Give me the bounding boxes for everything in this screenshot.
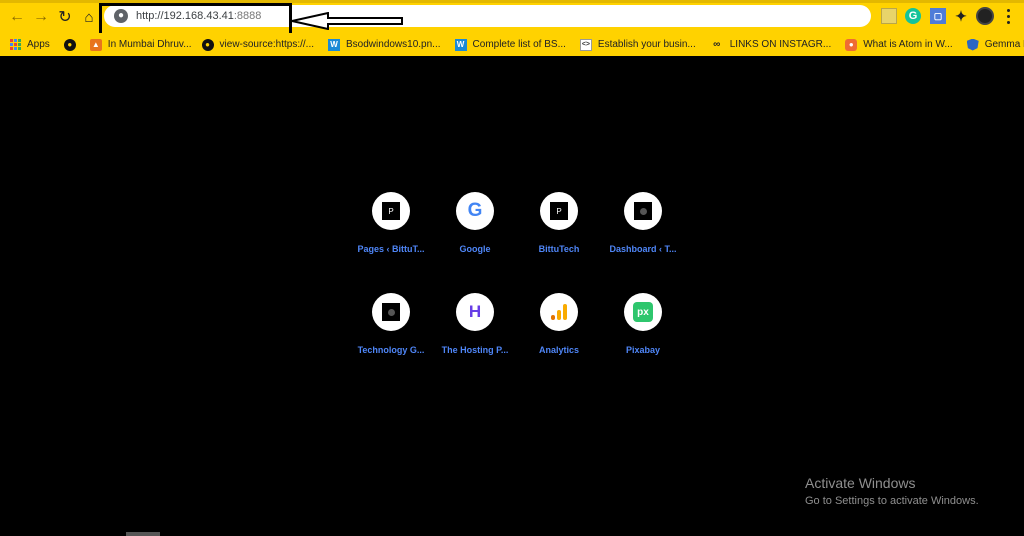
watermark-subtitle: Go to Settings to activate Windows. — [805, 495, 979, 507]
shortcut-icon-circle: px — [624, 293, 662, 331]
home-icon[interactable]: ⌂ — [78, 6, 100, 28]
hostinger-icon: H — [468, 302, 482, 321]
bookmark-view-source[interactable]: ● view-source:https://... — [201, 33, 315, 56]
shortcut-tile[interactable]: Dashboard ‹ T... — [601, 192, 685, 282]
annotation-arrow-icon — [291, 12, 403, 30]
shortcut-icon-circle: P — [540, 192, 578, 230]
analytics-icon — [551, 304, 567, 320]
windows-activation-watermark: Activate Windows Go to Settings to activ… — [805, 475, 979, 507]
dark-globe-icon: ● — [63, 38, 76, 51]
bookmark-gemma[interactable]: Gemma Davison — [966, 33, 1024, 56]
bookmark-label: In Mumbai Dhruv... — [107, 39, 192, 50]
taskbar-fragment — [126, 532, 160, 536]
link-icon: ∞ — [713, 39, 721, 50]
wordpress-icon: W — [454, 38, 467, 51]
shortcut-label: Pixabay — [625, 345, 661, 355]
p-square-icon: P — [550, 202, 568, 220]
shortcut-tile[interactable]: H The Hosting P... — [433, 293, 517, 383]
bookmark-mumbai[interactable]: ▲ In Mumbai Dhruv... — [89, 33, 192, 56]
p-square-icon: P — [382, 202, 400, 220]
shortcut-tile[interactable]: px Pixabay — [601, 293, 685, 383]
bookmarks-bar: Apps ● ▲ In Mumbai Dhruv... ● view-sourc… — [0, 33, 1024, 56]
bookmark-complete-list[interactable]: W Complete list of BS... — [454, 33, 566, 56]
shortcut-tile[interactable]: P Pages ‹ BittuT... — [349, 192, 433, 282]
shortcut-label: Dashboard ‹ T... — [609, 244, 677, 254]
new-tab-page: P Pages ‹ BittuT... G Google P BittuTech… — [0, 56, 1024, 536]
pixabay-icon: px — [633, 302, 653, 322]
puzzle-icon[interactable]: ✦ — [953, 8, 969, 24]
bookmark-bsod[interactable]: W Bsodwindows10.pn... — [328, 33, 441, 56]
arrow-right-icon[interactable]: → — [30, 6, 52, 28]
more-menu-icon[interactable] — [1003, 7, 1013, 25]
shortcut-label: Analytics — [538, 345, 580, 355]
bookmark-atom[interactable]: ● What is Atom in W... — [845, 33, 953, 56]
google-icon: G — [467, 200, 483, 221]
bookmark-label: view-source:https://... — [219, 39, 315, 50]
bookmark-label: Apps — [27, 39, 50, 50]
bookmark-label: Complete list of BS... — [472, 39, 566, 50]
shortcut-label: Google — [459, 244, 491, 254]
shortcut-tile[interactable]: G Google — [433, 192, 517, 282]
browser-toolbar: ← → ↻ ⌂ ● http://192.168.43.41:8888 G ▢ … — [0, 0, 1024, 39]
bookmark-label: Gemma Davison — [984, 39, 1024, 50]
shortcut-label: BittuTech — [538, 244, 580, 254]
code-icon: <> — [579, 38, 592, 51]
extension-yellow-icon[interactable] — [881, 8, 897, 24]
bookmark-apps[interactable]: Apps — [10, 33, 50, 56]
grammarly-icon[interactable]: G — [905, 8, 921, 24]
dark-globe-icon: ● — [201, 38, 214, 51]
shield-icon — [966, 38, 979, 51]
bookmark-establish[interactable]: <> Establish your busin... — [579, 33, 696, 56]
apps-grid-icon — [10, 39, 21, 50]
shortcut-icon-circle — [372, 293, 410, 331]
shortcut-tile[interactable]: P BittuTech — [517, 192, 601, 282]
bookmark-label: What is Atom in W... — [863, 39, 953, 50]
bookmark-links-instagram[interactable]: ∞ LINKS ON INSTAGR... — [710, 33, 832, 56]
shortcut-icon-circle: P — [372, 192, 410, 230]
shortcut-label: The Hosting P... — [441, 345, 509, 355]
wordpress-icon: W — [328, 38, 341, 51]
reload-icon[interactable]: ↻ — [54, 6, 76, 28]
shortcut-label: Technology G... — [357, 345, 425, 355]
bookmark-globe[interactable]: ● — [63, 33, 82, 56]
shortcut-tile[interactable]: Analytics — [517, 293, 601, 383]
shortcut-icon-circle — [540, 293, 578, 331]
shortcut-icon-circle — [624, 192, 662, 230]
atom-icon: ● — [845, 38, 858, 51]
dashboard-site-icon — [382, 303, 400, 321]
browser-window: ← → ↻ ⌂ ● http://192.168.43.41:8888 G ▢ … — [0, 0, 1024, 536]
watermark-title: Activate Windows — [805, 475, 916, 491]
shortcut-tile[interactable]: Technology G... — [349, 293, 433, 383]
shortcut-icon-circle: G — [456, 192, 494, 230]
orange-news-icon: ▲ — [89, 38, 102, 51]
bookmark-label: Bsodwindows10.pn... — [346, 39, 441, 50]
arrow-left-icon[interactable]: ← — [6, 6, 28, 28]
dashboard-site-icon — [634, 202, 652, 220]
window-icon[interactable]: ▢ — [930, 8, 946, 24]
bookmark-label: Establish your busin... — [597, 39, 696, 50]
shortcut-icon-circle: H — [456, 293, 494, 331]
shortcut-label: Pages ‹ BittuT... — [357, 244, 425, 254]
bookmark-label: LINKS ON INSTAGR... — [729, 39, 832, 50]
profile-avatar[interactable] — [976, 7, 994, 25]
